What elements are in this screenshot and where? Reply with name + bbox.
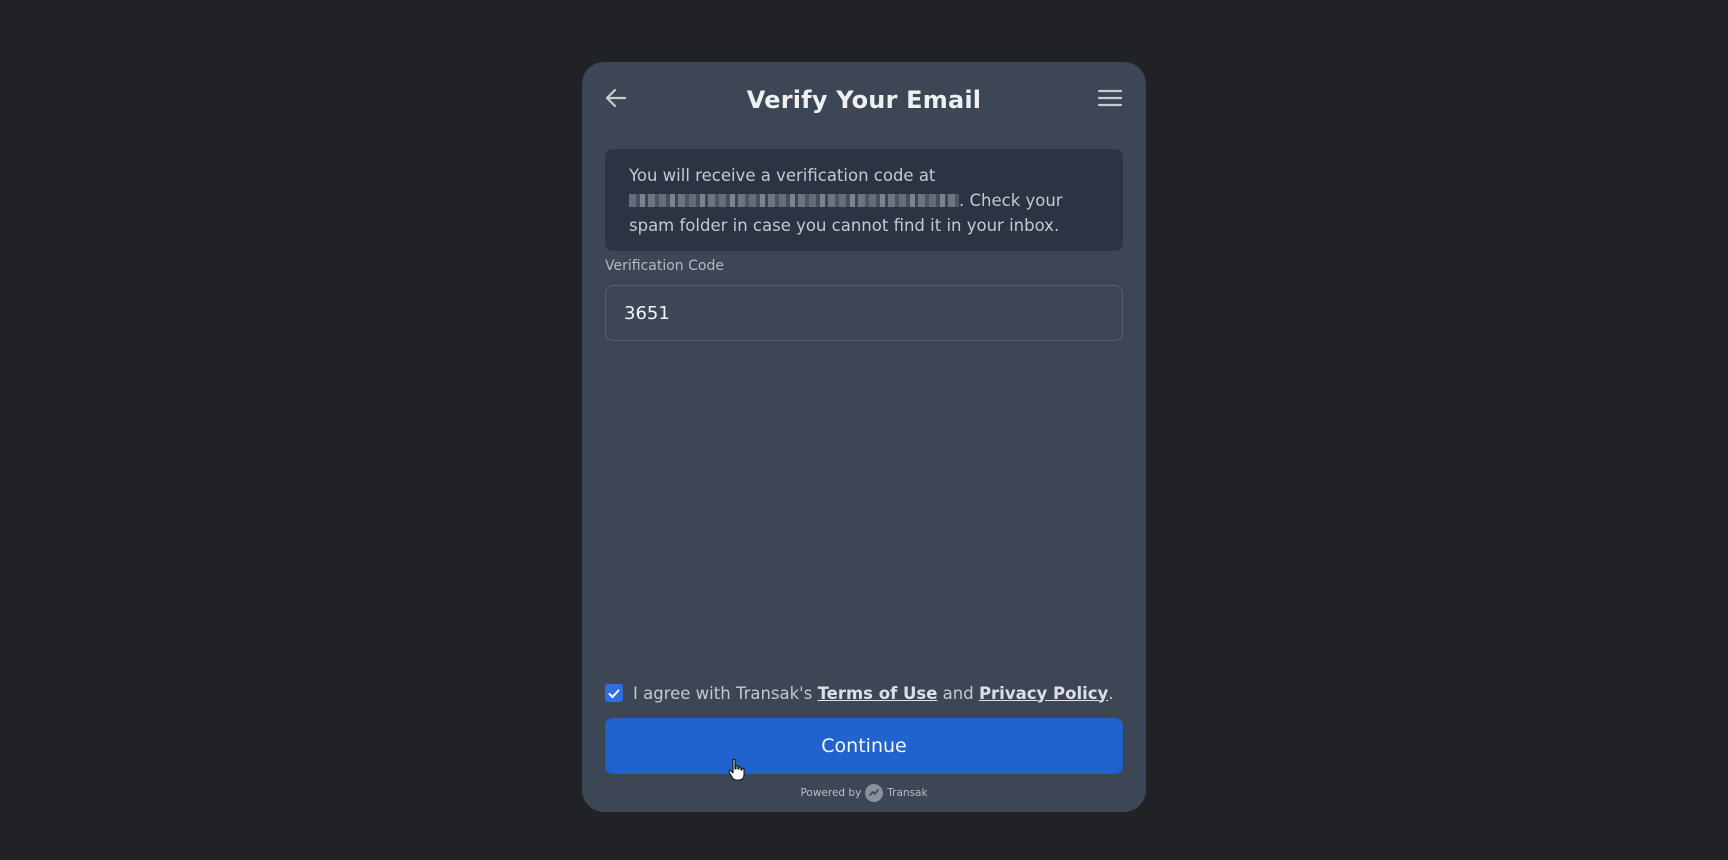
consent-suffix: . [1108,683,1114,703]
powered-by-footer: Powered by Transak [582,784,1146,802]
info-text-before: You will receive a verification code at [629,166,936,185]
powered-by-text: Powered by [800,787,862,799]
header: Verify Your Email [582,62,1146,136]
continue-button[interactable]: Continue [605,718,1123,774]
verify-email-widget: Verify Your Email You will receive a ver… [582,62,1146,812]
verification-info-message: You will receive a verification code at … [605,149,1123,251]
terms-of-use-link[interactable]: Terms of Use [818,684,938,703]
verification-code-input[interactable] [605,285,1123,341]
brand-name: Transak [887,787,928,799]
arrow-left-icon [605,88,627,112]
terms-consent: I agree with Transak's Terms of Use and … [605,681,1114,705]
transak-logo-icon [865,784,884,802]
verification-code-label: Verification Code [605,258,724,274]
back-button[interactable] [602,86,630,114]
redacted-email [629,194,959,207]
checkmark-icon [608,684,620,703]
page-title: Verify Your Email [746,86,982,114]
terms-checkbox[interactable] [605,684,623,702]
consent-prefix: I agree with Transak's [633,683,813,703]
hamburger-menu-icon [1097,88,1123,112]
privacy-policy-link[interactable]: Privacy Policy [979,684,1108,703]
consent-and: and [942,683,974,703]
menu-button[interactable] [1096,86,1124,114]
